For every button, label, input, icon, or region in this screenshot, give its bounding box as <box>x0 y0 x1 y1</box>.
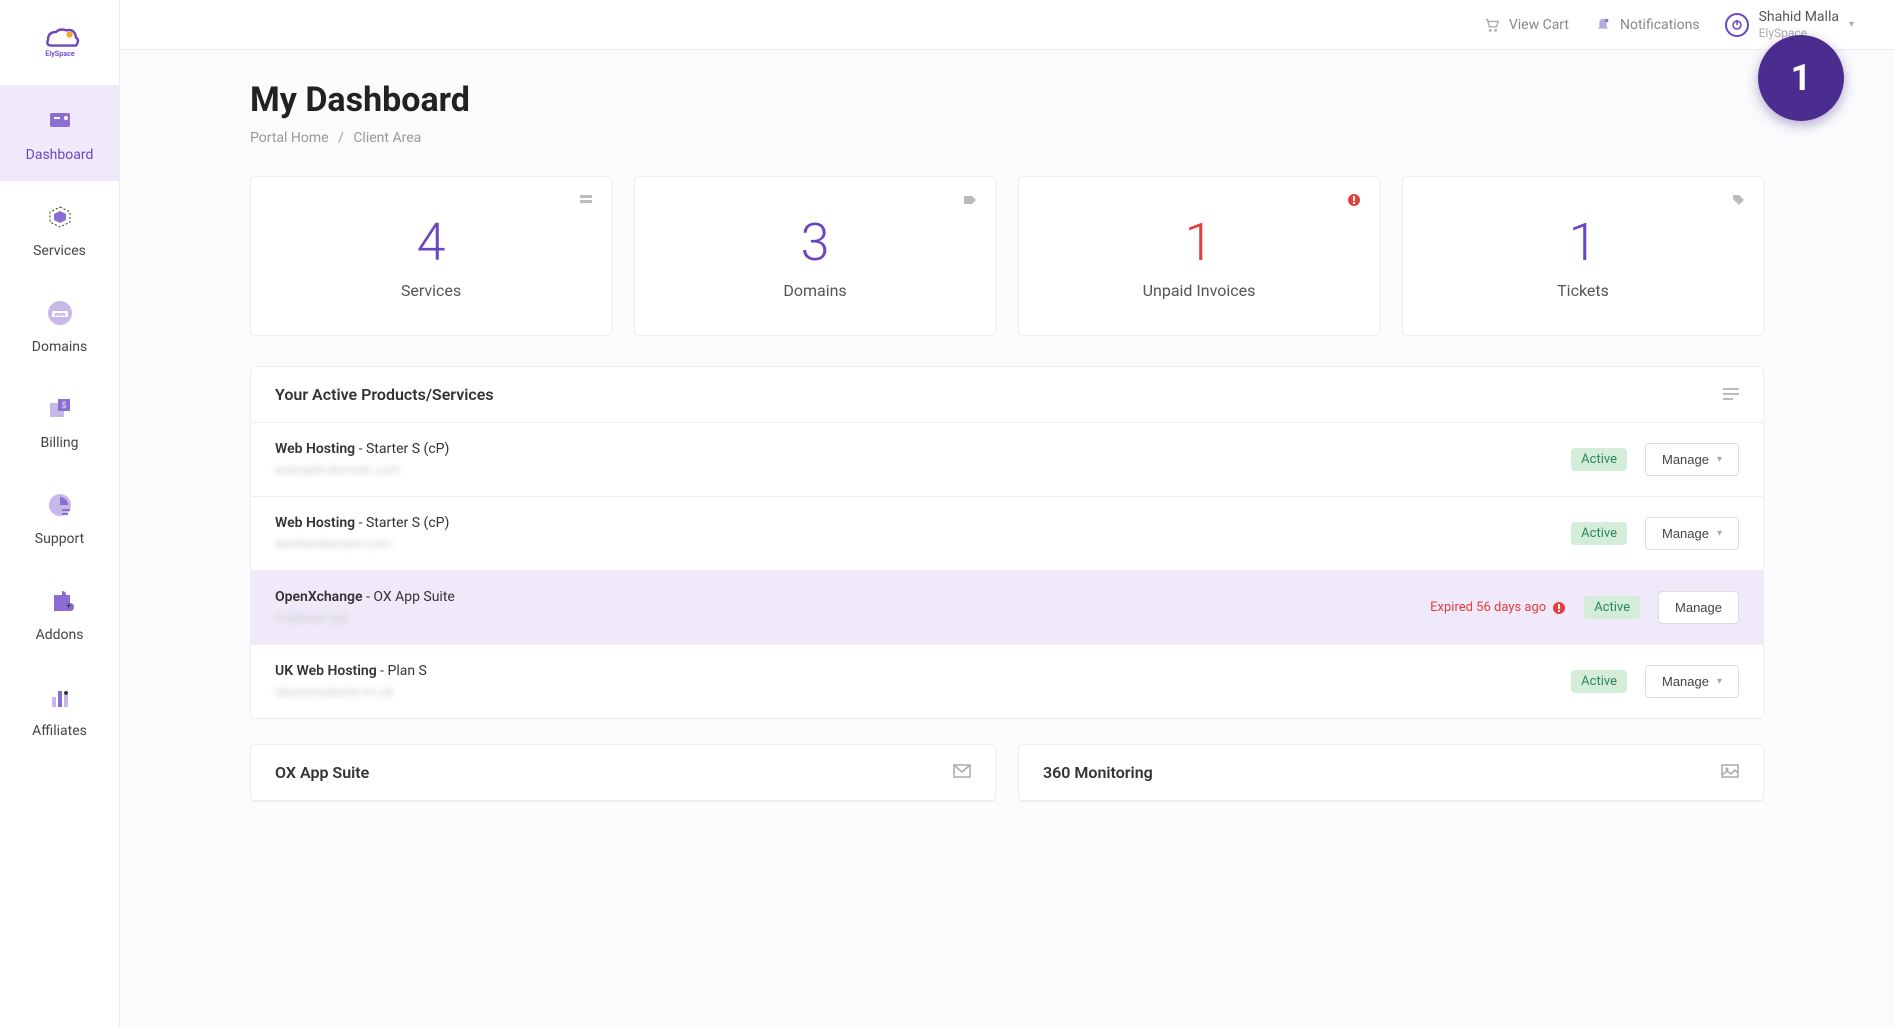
service-plan: - OX App Suite <box>363 589 455 605</box>
sidebar: ElySpace Dashboard Services www Domains … <box>0 0 120 1027</box>
sidebar-label: Addons <box>36 627 84 643</box>
svg-text:ElySpace: ElySpace <box>45 49 75 58</box>
stat-tickets[interactable]: 1 Tickets <box>1402 176 1764 336</box>
sidebar-label: Billing <box>41 435 79 451</box>
status-badge: Active <box>1571 670 1627 693</box>
sidebar-item-services[interactable]: Services <box>0 181 119 277</box>
alert-icon <box>1552 601 1566 615</box>
service-domain: anotherdomain.com <box>275 537 1571 552</box>
sidebar-item-affiliates[interactable]: Affiliates <box>0 661 119 757</box>
stat-label: Domains <box>655 281 975 300</box>
tag-icon <box>963 192 977 211</box>
notification-fab[interactable]: 1 <box>1758 35 1844 121</box>
panel-menu-icon[interactable] <box>1723 385 1739 404</box>
svg-text:www: www <box>54 312 66 318</box>
service-category: Web Hosting <box>275 515 355 531</box>
stat-label: Services <box>271 281 591 300</box>
stat-domains[interactable]: 3 Domains <box>634 176 996 336</box>
panel-title: 360 Monitoring <box>1043 763 1153 782</box>
service-plan: - Starter S (cP) <box>355 441 449 457</box>
service-row[interactable]: UK Web Hosting - Plan S ukexamplesite.co… <box>251 645 1763 718</box>
sidebar-label: Dashboard <box>26 147 94 163</box>
panel-title: Your Active Products/Services <box>275 385 494 404</box>
sidebar-item-addons[interactable]: + Addons <box>0 565 119 661</box>
notifications-label: Notifications <box>1620 17 1700 33</box>
ticket-tag-icon <box>1731 192 1745 211</box>
sidebar-item-support[interactable]: Support <box>0 469 119 565</box>
notifications-link[interactable]: Notifications <box>1594 16 1700 34</box>
dashboard-icon <box>42 103 78 139</box>
monitoring-panel: 360 Monitoring <box>1018 744 1764 802</box>
breadcrumb-home[interactable]: Portal Home <box>250 130 329 146</box>
view-cart-link[interactable]: View Cart <box>1483 16 1569 34</box>
service-category: Web Hosting <box>275 441 355 457</box>
stat-label: Tickets <box>1423 281 1743 300</box>
sidebar-item-domains[interactable]: www Domains <box>0 277 119 373</box>
cart-icon <box>1483 16 1501 34</box>
status-badge: Active <box>1584 596 1640 619</box>
chevron-down-icon: ▾ <box>1717 528 1722 539</box>
sidebar-item-billing[interactable]: $ Billing <box>0 373 119 469</box>
bell-icon <box>1594 16 1612 34</box>
stat-value: 3 <box>655 212 975 273</box>
power-icon <box>1725 13 1749 37</box>
brand-logo[interactable]: ElySpace <box>30 15 90 65</box>
sidebar-item-dashboard[interactable]: Dashboard <box>0 85 119 181</box>
domains-icon: www <box>42 295 78 331</box>
affiliates-icon <box>42 679 78 715</box>
services-icon <box>42 199 78 235</box>
breadcrumb-current: Client Area <box>353 130 421 146</box>
active-services-panel: Your Active Products/Services Web Hostin… <box>250 366 1764 719</box>
envelope-icon[interactable] <box>953 763 971 782</box>
sidebar-label: Support <box>35 531 84 547</box>
topbar: View Cart Notifications Shahid Malla Ely… <box>120 0 1894 50</box>
user-name: Shahid Malla <box>1759 9 1839 26</box>
service-domain: ukexamplesite.co.uk <box>275 685 1571 700</box>
stat-label: Unpaid Invoices <box>1039 281 1359 300</box>
service-row[interactable]: OpenXchange - OX App Suite mailhost.xyz … <box>251 571 1763 645</box>
stat-value: 1 <box>1039 212 1359 273</box>
chevron-down-icon: ▾ <box>1717 676 1722 687</box>
service-domain: example-domain.com <box>275 463 1571 478</box>
sidebar-label: Domains <box>32 339 87 355</box>
service-category: UK Web Hosting <box>275 663 377 679</box>
cart-label: View Cart <box>1509 17 1569 33</box>
alert-icon <box>1347 192 1361 211</box>
service-category: OpenXchange <box>275 589 363 605</box>
stat-value: 4 <box>271 212 591 273</box>
status-badge: Active <box>1571 448 1627 471</box>
service-row[interactable]: Web Hosting - Starter S (cP) example-dom… <box>251 423 1763 497</box>
expired-text: Expired 56 days ago <box>1430 600 1566 615</box>
support-icon <box>42 487 78 523</box>
chevron-down-icon: ▾ <box>1717 454 1722 465</box>
layers-icon <box>579 192 593 211</box>
stat-invoices[interactable]: 1 Unpaid Invoices <box>1018 176 1380 336</box>
manage-button[interactable]: Manage <box>1658 591 1739 624</box>
stat-value: 1 <box>1423 212 1743 273</box>
billing-icon: $ <box>42 391 78 427</box>
addons-icon: + <box>42 583 78 619</box>
chevron-down-icon: ▾ <box>1849 19 1854 30</box>
service-domain: mailhost.xyz <box>275 611 1430 626</box>
manage-button[interactable]: Manage▾ <box>1645 665 1739 698</box>
breadcrumb: Portal Home / Client Area <box>250 130 1764 146</box>
sidebar-label: Services <box>33 243 86 259</box>
page-title: My Dashboard <box>250 80 1764 120</box>
stat-services[interactable]: 4 Services <box>250 176 612 336</box>
image-icon[interactable] <box>1721 763 1739 782</box>
manage-button[interactable]: Manage▾ <box>1645 517 1739 550</box>
status-badge: Active <box>1571 522 1627 545</box>
sidebar-label: Affiliates <box>32 723 87 739</box>
service-row[interactable]: Web Hosting - Starter S (cP) anotherdoma… <box>251 497 1763 571</box>
service-plan: - Plan S <box>377 663 427 679</box>
svg-text:$: $ <box>61 401 66 410</box>
svg-text:+: + <box>66 601 72 612</box>
service-plan: - Starter S (cP) <box>355 515 449 531</box>
panel-title: OX App Suite <box>275 763 369 782</box>
ox-app-suite-panel: OX App Suite <box>250 744 996 802</box>
manage-button[interactable]: Manage▾ <box>1645 443 1739 476</box>
